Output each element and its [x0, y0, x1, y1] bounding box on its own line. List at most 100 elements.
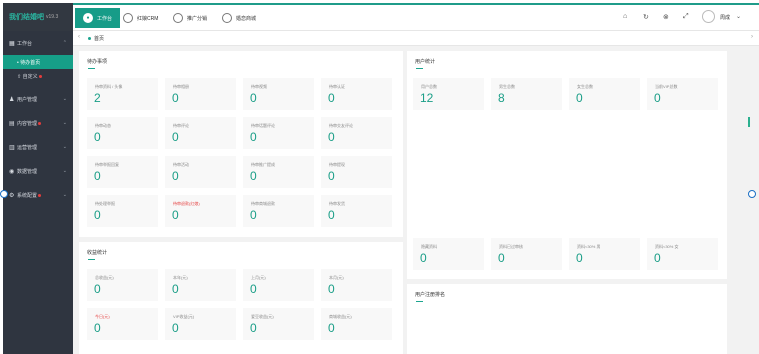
tab-workbench[interactable]: ● 工作台 [75, 8, 121, 28]
stat-label: 上月(元) [251, 275, 266, 280]
stat-tile[interactable]: 女生总数 0 [569, 78, 640, 110]
stat-label: 待审相册 [173, 84, 189, 89]
stat-tile[interactable]: 当前VIP总数 0 [647, 78, 718, 110]
stat-label: 男生总数 [499, 84, 515, 89]
stat-tile[interactable]: 待审认证 0 [321, 78, 392, 110]
stat-tile[interactable]: 资料已过审核 0 [491, 238, 562, 270]
stat-value: 0 [172, 169, 179, 183]
stat-value: 0 [250, 91, 257, 105]
stat-tile[interactable]: 待审推广提成 0 [243, 156, 314, 188]
stat-tile[interactable]: 今日(元) 0 [87, 308, 158, 340]
sidebar-item-operations[interactable]: ▥ 运营管理 ⌄ [3, 135, 73, 159]
scrollbar-thumb[interactable] [748, 117, 750, 127]
stat-tile[interactable]: 男生总数 8 [491, 78, 562, 110]
sidebar-item-workbench[interactable]: ▦ 工作台 ⌃ [3, 31, 73, 55]
stat-tile[interactable]: 待审资料 / 头像 2 [87, 78, 158, 110]
stat-tile[interactable]: 待处理举报 0 [87, 195, 158, 227]
stat-tile[interactable]: 本月(元) 0 [321, 269, 392, 301]
stat-tile[interactable]: 资料<30% 男 0 [569, 238, 640, 270]
tab-label: 红娘CRM [137, 15, 159, 22]
stat-tile[interactable]: 待审提现 0 [321, 156, 392, 188]
stat-value: 0 [328, 208, 335, 222]
stat-tile[interactable]: 待审发货 0 [321, 195, 392, 227]
sidebar-item-system[interactable]: ⚙ 系统配置 ⌄ [3, 183, 73, 207]
user-stats-card: 用户统计 用户总数 12 男生总数 8 女生总数 0 当前VIP总数 0 隐藏资料 0 资料已过审核… [407, 51, 727, 279]
stat-tile[interactable]: 待审活动 0 [165, 156, 236, 188]
stat-tile[interactable]: 待审话题评论 0 [243, 117, 314, 149]
stat-label: 待审商城退款 [251, 201, 275, 206]
stat-label: 用户总数 [421, 84, 437, 89]
database-icon: ◉ [9, 168, 15, 175]
stat-label: 待审提现 [329, 162, 345, 167]
sidebar-item-label: 系统配置 [17, 192, 38, 199]
refresh-icon[interactable]: ↻ [643, 13, 649, 21]
home-icon[interactable]: ⌂ [623, 13, 627, 20]
tab-crm[interactable]: 红娘CRM [123, 8, 158, 28]
stat-label: 资料已过审核 [499, 244, 523, 249]
stat-tile[interactable]: 待审退款(红娘) 0 [165, 195, 236, 227]
stat-value: 0 [94, 282, 101, 296]
stat-label: 待处理举报 [95, 201, 115, 206]
chevron-down-icon: ⌄ [62, 192, 67, 198]
stat-tile[interactable]: 待审视频 0 [243, 78, 314, 110]
stat-tile[interactable]: 爱豆收益(元) 0 [243, 308, 314, 340]
chevron-down-icon: ⌄ [62, 144, 67, 150]
page-tab-label: 首页 [94, 36, 105, 42]
fullscreen-icon[interactable]: ⤢ [683, 13, 689, 21]
chevron-right-icon[interactable]: › [751, 34, 753, 40]
sidebar-subitem-label: • 待办首页 [17, 59, 41, 66]
chevron-left-icon[interactable]: ‹ [78, 34, 80, 40]
stat-label: 隐藏资料 [421, 244, 437, 249]
stat-tile[interactable]: 待审商城退款 0 [243, 195, 314, 227]
top-navbar: ● 工作台 红娘CRM 推广分销 婚恋商城 ⌂ ↻ ⊗ ⤢ 周成 ⌄ [73, 3, 759, 31]
stat-value: 0 [172, 130, 179, 144]
stat-tile[interactable]: 用户总数 12 [413, 78, 484, 110]
stat-tile[interactable]: 待审交友评论 0 [321, 117, 392, 149]
stat-value: 0 [250, 169, 257, 183]
card-title: 收益统计 [87, 250, 108, 256]
sidebar-subitem-todo-home[interactable]: • 待办首页 [3, 55, 73, 69]
page-tab-home[interactable]: 首页 [88, 31, 104, 46]
app-circle-icon [173, 13, 183, 23]
chevron-down-icon: ⌄ [62, 96, 67, 102]
stat-tile[interactable]: 待审动态 0 [87, 117, 158, 149]
resize-handle-left[interactable] [0, 190, 8, 198]
stat-tile[interactable]: VIP收益(元) 0 [165, 308, 236, 340]
sidebar-item-data[interactable]: ◉ 数据管理 ⌄ [3, 159, 73, 183]
stat-tile[interactable]: 待审相册 0 [165, 78, 236, 110]
stat-label: 资料<30% 女 [655, 244, 679, 249]
stat-tile[interactable]: 总收益(元) 0 [87, 269, 158, 301]
stat-tile[interactable]: 本年(元) 0 [165, 269, 236, 301]
sidebar-item-label: 数据管理 [17, 168, 38, 175]
tab-distribution[interactable]: 推广分销 [173, 8, 207, 28]
clear-icon[interactable]: ⊗ [663, 13, 669, 21]
chevron-down-icon[interactable]: ⌄ [736, 13, 741, 20]
stat-tile[interactable]: 上月(元) 0 [243, 269, 314, 301]
stat-tile[interactable]: 待审评论 0 [165, 117, 236, 149]
avatar[interactable] [702, 10, 715, 23]
stat-tile[interactable]: 资料<30% 女 0 [647, 238, 718, 270]
title-underline [416, 301, 423, 302]
stat-label: 总收益(元) [95, 275, 114, 280]
badge-dot [38, 121, 42, 125]
tab-mall[interactable]: 婚恋商城 [222, 8, 256, 28]
title-underline [88, 259, 95, 260]
stat-tile[interactable]: 待审举报回复 0 [87, 156, 158, 188]
card-title: 用户注册排名 [415, 292, 446, 298]
title-underline [88, 68, 95, 69]
stat-label: 待审资料 / 头像 [95, 84, 123, 89]
stat-tile[interactable]: 隐藏资料 0 [413, 238, 484, 270]
stat-label: 待审活动 [173, 162, 189, 167]
stat-label: 待审话题评论 [251, 123, 275, 128]
username-label[interactable]: 周成 [720, 14, 730, 21]
sidebar-item-users[interactable]: ♟ 用户管理 ⌄ [3, 87, 73, 111]
app-logo[interactable]: 我们结婚吧 v19.3 [3, 3, 73, 31]
stat-value: 0 [654, 91, 661, 105]
badge-dot [38, 193, 42, 197]
sidebar-subitem-custom[interactable]: ⇧ 自定义 [3, 69, 73, 83]
stat-tile[interactable]: 商城收益(元) 0 [321, 308, 392, 340]
sidebar-item-content[interactable]: ▤ 内容管理 ⌄ [3, 111, 73, 135]
stat-label: 待审举报回复 [95, 162, 119, 167]
stat-label: 今日(元) [95, 314, 110, 319]
resize-handle-right[interactable] [748, 190, 756, 198]
